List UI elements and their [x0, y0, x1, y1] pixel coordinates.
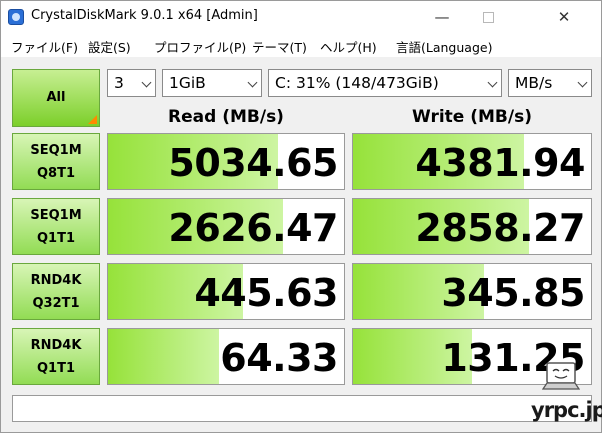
read-value: 2626.47: [168, 206, 338, 250]
test-button-seq1m-q1t1[interactable]: SEQ1M Q1T1: [12, 198, 100, 255]
menu-settings[interactable]: 設定(S): [88, 37, 131, 56]
minimize-button[interactable]: —: [419, 1, 465, 33]
write-result-rnd4k-q32t1: 345.85: [352, 263, 592, 320]
read-result-rnd4k-q32t1: 445.63: [107, 263, 345, 320]
menu-help[interactable]: ヘルプ(H): [320, 37, 377, 56]
write-result-seq1m-q1t1: 2858.27: [352, 198, 592, 255]
test-name: RND4K: [30, 273, 82, 288]
write-result-seq1m-q8t1: 4381.94: [352, 133, 592, 190]
read-value: 64.33: [220, 336, 338, 380]
drive-select[interactable]: C: 31% (148/473GiB): [268, 69, 502, 97]
chevron-down-icon: [247, 77, 258, 88]
test-button-rnd4k-q32t1[interactable]: RND4K Q32T1: [12, 263, 100, 320]
read-value: 445.63: [194, 271, 338, 315]
test-button-seq1m-q8t1[interactable]: SEQ1M Q8T1: [12, 133, 100, 190]
menu-bar: ファイル(F) 設定(S) プロファイル(P) テーマ(T) ヘルプ(H) 言語…: [1, 33, 601, 57]
read-result-seq1m-q1t1: 2626.47: [107, 198, 345, 255]
status-bar: [12, 395, 592, 422]
test-name: RND4K: [30, 338, 82, 353]
write-value: 2858.27: [415, 206, 585, 250]
main-panel: All 3 1GiB C: 31% (148/473GiB) MB/s Read…: [1, 57, 601, 432]
app-disk-icon: [8, 9, 24, 25]
watermark-text: yrpc.jp: [531, 398, 602, 422]
window-title: CrystalDiskMark 9.0.1 x64 [Admin]: [31, 8, 258, 23]
laptop-face-icon: [542, 362, 580, 390]
drive-value: C: 31% (148/473GiB): [275, 74, 439, 92]
write-header: Write (MB/s): [412, 107, 532, 127]
menu-profile[interactable]: プロファイル(P): [154, 37, 246, 56]
test-name: SEQ1M: [30, 208, 82, 223]
chevron-down-icon: [487, 77, 498, 88]
unit-value: MB/s: [515, 74, 553, 92]
maximize-icon: [482, 12, 494, 23]
test-size-select[interactable]: 1GiB: [162, 69, 262, 97]
test-count-value: 3: [114, 74, 124, 92]
maximize-button[interactable]: [465, 1, 511, 33]
app-window: CrystalDiskMark 9.0.1 x64 [Admin] — ✕ ファ…: [0, 0, 602, 433]
test-name: SEQ1M: [30, 143, 82, 158]
chevron-down-icon: [141, 77, 152, 88]
test-queue: Q1T1: [36, 361, 75, 376]
read-result-rnd4k-q1t1: 64.33: [107, 328, 345, 385]
read-result-seq1m-q8t1: 5034.65: [107, 133, 345, 190]
test-queue: Q1T1: [36, 231, 75, 246]
test-queue: Q8T1: [36, 166, 75, 181]
test-count-select[interactable]: 3: [107, 69, 156, 97]
unit-select[interactable]: MB/s: [508, 69, 592, 97]
test-button-rnd4k-q1t1[interactable]: RND4K Q1T1: [12, 328, 100, 385]
test-size-value: 1GiB: [169, 74, 206, 92]
title-bar: CrystalDiskMark 9.0.1 x64 [Admin] — ✕: [1, 1, 601, 33]
all-button[interactable]: All: [12, 69, 100, 127]
menu-file[interactable]: ファイル(F): [11, 37, 78, 56]
test-queue: Q32T1: [32, 296, 80, 311]
menu-theme[interactable]: テーマ(T): [252, 37, 307, 56]
close-button[interactable]: ✕: [541, 1, 587, 33]
menu-language[interactable]: 言語(Language): [396, 37, 492, 56]
chevron-down-icon: [577, 77, 588, 88]
read-header: Read (MB/s): [168, 107, 284, 127]
read-bar: [108, 329, 219, 384]
write-value: 345.85: [441, 271, 585, 315]
write-value: 4381.94: [415, 141, 585, 185]
read-value: 5034.65: [168, 141, 338, 185]
